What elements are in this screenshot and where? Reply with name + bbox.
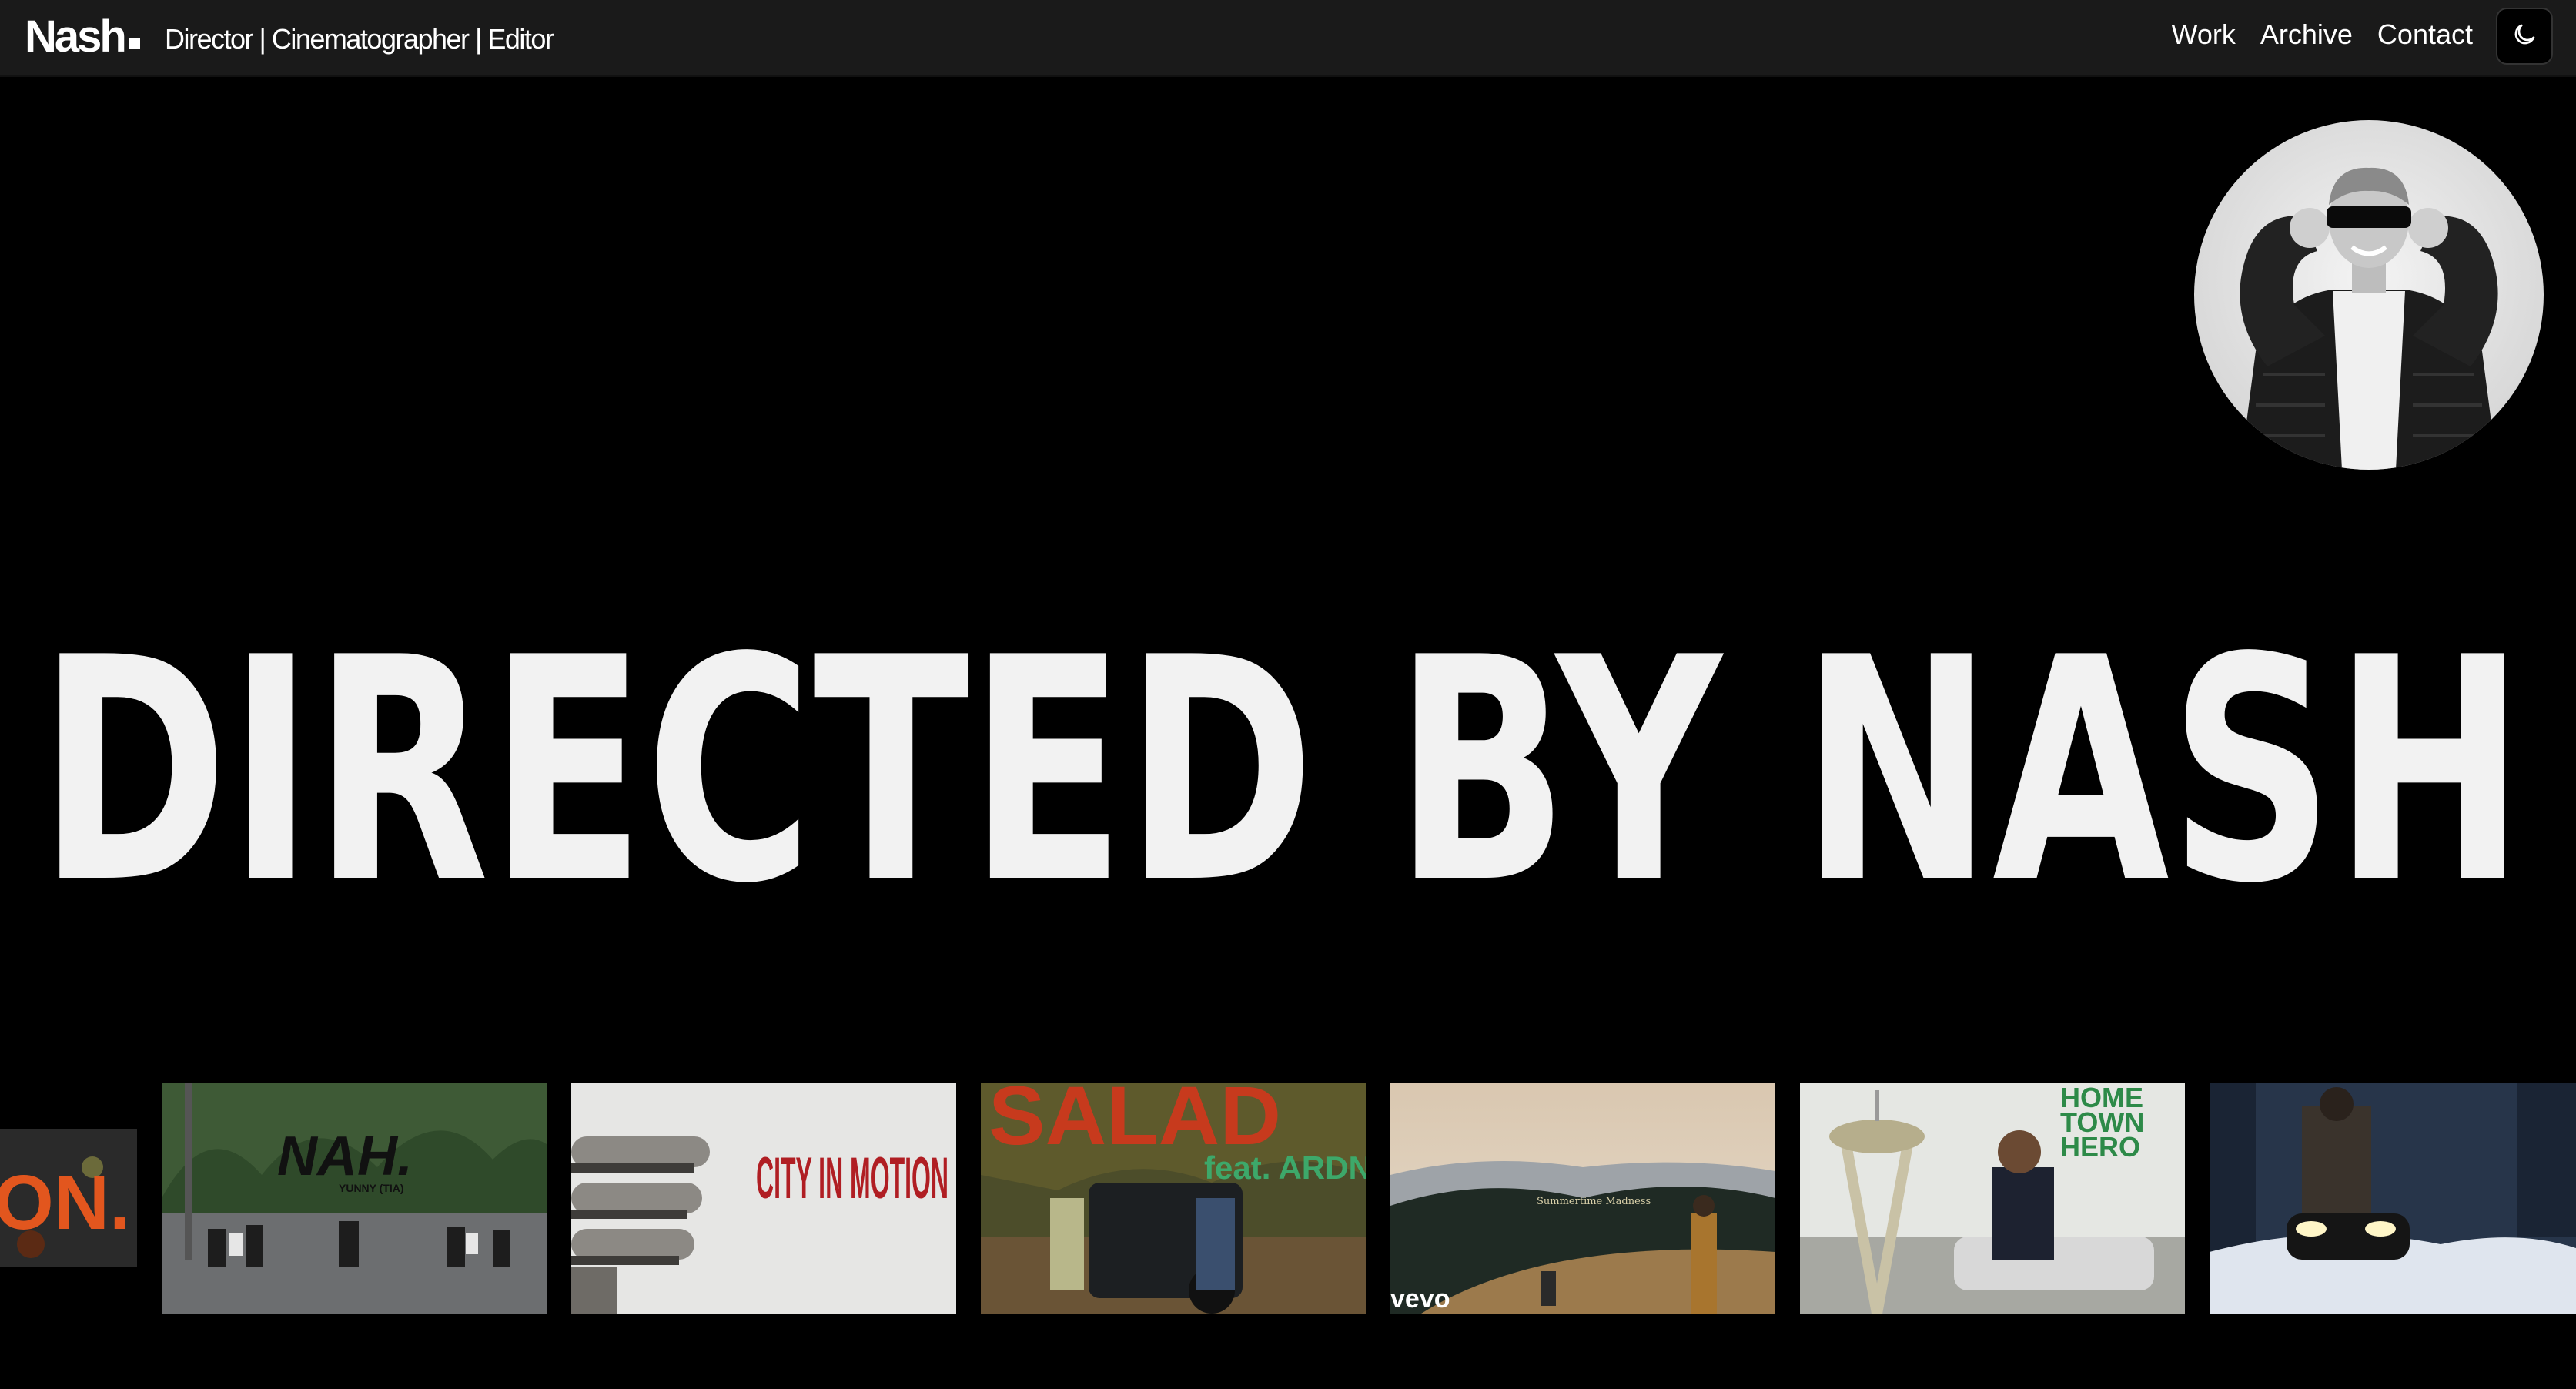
gallery-thumb-3-text: CITY IN MOTION	[756, 1146, 948, 1211]
nav-link-contact[interactable]: Contact	[2377, 18, 2473, 51]
vevo-logo: vevo	[1390, 1284, 1450, 1314]
navbar: Nash Director | Cinematographer | Editor…	[0, 0, 2576, 77]
gallery-thumb-5-text: Summertime Madness	[1537, 1196, 1651, 1207]
gallery-thumb-1[interactable]: ON.	[0, 1083, 137, 1314]
nav-links: Work Archive Contact	[2172, 18, 2473, 51]
brand-dot	[129, 38, 140, 49]
hero-title: DIRECTED BY NASH	[38, 593, 2525, 916]
moon-icon	[2511, 21, 2538, 52]
tagline: Director | Cinematographer | Editor	[165, 23, 554, 55]
gallery-thumb-1-text: ON.	[0, 1160, 131, 1246]
gallery-thumb-6[interactable]: HOME TOWN HERO	[1800, 1083, 2185, 1314]
hero-title-text: DIRECTED BY NASH	[38, 593, 2525, 916]
gallery-thumb-2-subtext: YUNNY (TIA)	[339, 1182, 404, 1194]
brand-name: Nash	[25, 12, 127, 62]
gallery-thumb-4[interactable]: SALAD feat. ARDN	[981, 1083, 1366, 1314]
gallery-thumb-4-subtext: feat. ARDN	[1204, 1150, 1366, 1186]
theme-toggle-button[interactable]	[2496, 8, 2553, 65]
gallery-thumb-5[interactable]: Summertime Madness vevo	[1390, 1083, 1775, 1314]
gallery-thumb-2[interactable]: NAH. YUNNY (TIA)	[162, 1083, 547, 1314]
brand-logo[interactable]: Nash	[25, 11, 140, 62]
gallery-thumb-7[interactable]	[2210, 1083, 2576, 1314]
gallery-thumb-2-text: NAH.	[277, 1126, 413, 1187]
nav-link-archive[interactable]: Archive	[2260, 18, 2353, 51]
gallery-thumb-6-text-3: HERO	[2060, 1131, 2140, 1163]
gallery-thumb-3[interactable]: CITY IN MOTION	[571, 1083, 956, 1314]
profile-photo	[2194, 120, 2544, 470]
nav-link-work[interactable]: Work	[2172, 18, 2236, 51]
